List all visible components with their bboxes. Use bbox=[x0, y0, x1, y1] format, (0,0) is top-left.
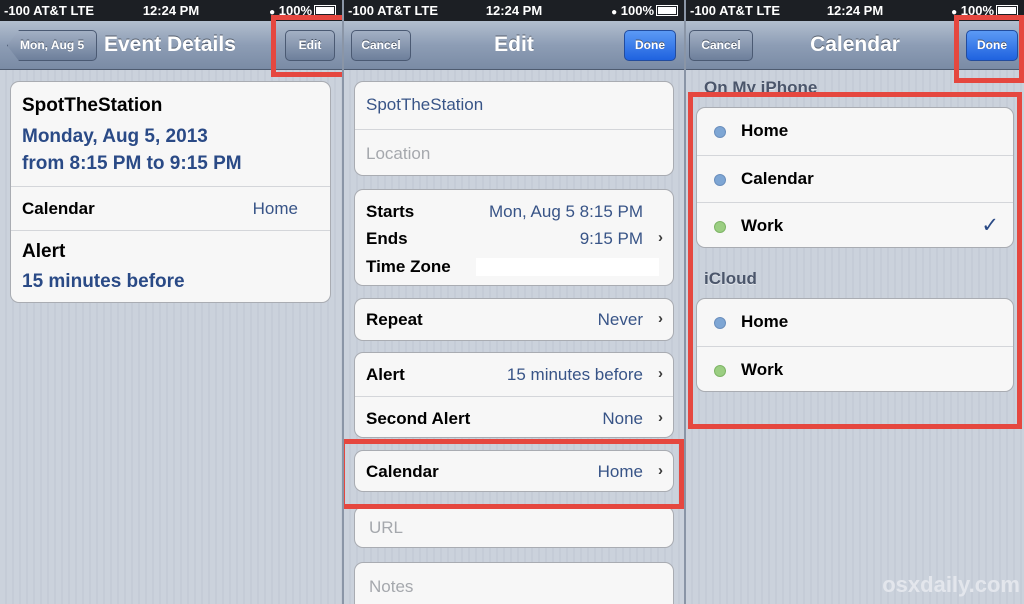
alert-label: Alert bbox=[366, 365, 405, 384]
chevron-right-icon: › bbox=[658, 310, 663, 327]
url-field[interactable]: URL bbox=[354, 506, 674, 548]
starts-value: Mon, Aug 5 8:15 PM bbox=[488, 202, 643, 221]
done-button[interactable]: Done bbox=[624, 30, 676, 61]
alert-value: 15 minutes before bbox=[506, 365, 643, 384]
time-group[interactable]: Starts Mon, Aug 5 8:15 PM Ends 9:15 PM ›… bbox=[354, 189, 674, 286]
rotation-lock-icon: ● bbox=[611, 7, 618, 18]
event-time: from 8:15 PM to 9:15 PM bbox=[22, 153, 242, 174]
alert-value: 15 minutes before bbox=[22, 271, 185, 292]
calendar-value: Home bbox=[252, 199, 298, 218]
done-highlight bbox=[954, 15, 1024, 83]
repeat-row[interactable]: Repeat Never › bbox=[354, 298, 674, 341]
title-value: SpotTheStation bbox=[366, 95, 484, 114]
battery-icon bbox=[656, 5, 678, 16]
status-bar: -100 AT&T LTE 12:24 PM ● 100% bbox=[344, 0, 684, 21]
title-field[interactable]: SpotTheStation bbox=[355, 82, 673, 129]
event-title: SpotTheStation bbox=[22, 95, 163, 116]
repeat-value: Never bbox=[597, 310, 643, 329]
alert-label: Alert bbox=[22, 241, 66, 262]
edit-screen: -100 AT&T LTE 12:24 PM ● 100% Cancel Edi… bbox=[342, 0, 684, 604]
location-placeholder: Location bbox=[366, 144, 431, 163]
second-alert-label: Second Alert bbox=[366, 409, 471, 428]
watermark: osxdaily.com bbox=[882, 572, 1020, 597]
alert-row[interactable]: Alert 15 minutes before bbox=[11, 230, 330, 302]
back-button[interactable]: Mon, Aug 5 bbox=[7, 30, 97, 61]
calendar-list-highlight bbox=[688, 92, 1022, 429]
alerts-group: Alert 15 minutes before › Second Alert N… bbox=[354, 352, 674, 438]
event-date: Monday, Aug 5, 2013 bbox=[22, 126, 208, 147]
notes-field[interactable]: Notes bbox=[354, 562, 674, 604]
calendar-picker-screen: -100 AT&T LTE 12:24 PM ● 100% Cancel Cal… bbox=[684, 0, 1024, 604]
chevron-right-icon: › bbox=[658, 229, 663, 246]
nav-title: Event Details bbox=[104, 33, 236, 56]
timezone-label: Time Zone bbox=[366, 257, 451, 276]
alert-row[interactable]: Alert 15 minutes before › bbox=[355, 353, 673, 396]
location-field[interactable]: Location bbox=[355, 129, 673, 175]
timezone-value-blank bbox=[476, 258, 659, 276]
battery-indicator: ● 100% bbox=[611, 3, 678, 18]
ends-label: Ends bbox=[366, 229, 408, 248]
second-alert-row[interactable]: Second Alert None › bbox=[355, 396, 673, 437]
battery-percent: 100% bbox=[620, 3, 654, 18]
starts-label: Starts bbox=[366, 202, 415, 221]
second-alert-value: None bbox=[602, 409, 643, 428]
repeat-label: Repeat bbox=[366, 310, 423, 329]
calendar-label: Calendar bbox=[22, 199, 95, 218]
notes-placeholder: Notes bbox=[369, 577, 414, 596]
edit-highlight bbox=[271, 15, 342, 77]
nav-bar: Cancel Edit Done bbox=[344, 21, 684, 70]
url-placeholder: URL bbox=[369, 518, 404, 537]
ends-value: 9:15 PM bbox=[579, 229, 643, 248]
title-location-group: SpotTheStation Location bbox=[354, 81, 674, 176]
calendar-highlight bbox=[344, 439, 684, 509]
event-details-screen: -100 AT&T LTE 12:24 PM ● 100% Mon, Aug 5… bbox=[0, 0, 342, 604]
chevron-right-icon: › bbox=[658, 409, 663, 426]
calendar-row[interactable]: Calendar Home bbox=[11, 186, 330, 230]
event-details-card: SpotTheStation Monday, Aug 5, 2013 from … bbox=[10, 81, 331, 303]
chevron-right-icon: › bbox=[658, 365, 663, 382]
event-summary: SpotTheStation Monday, Aug 5, 2013 from … bbox=[11, 82, 330, 186]
